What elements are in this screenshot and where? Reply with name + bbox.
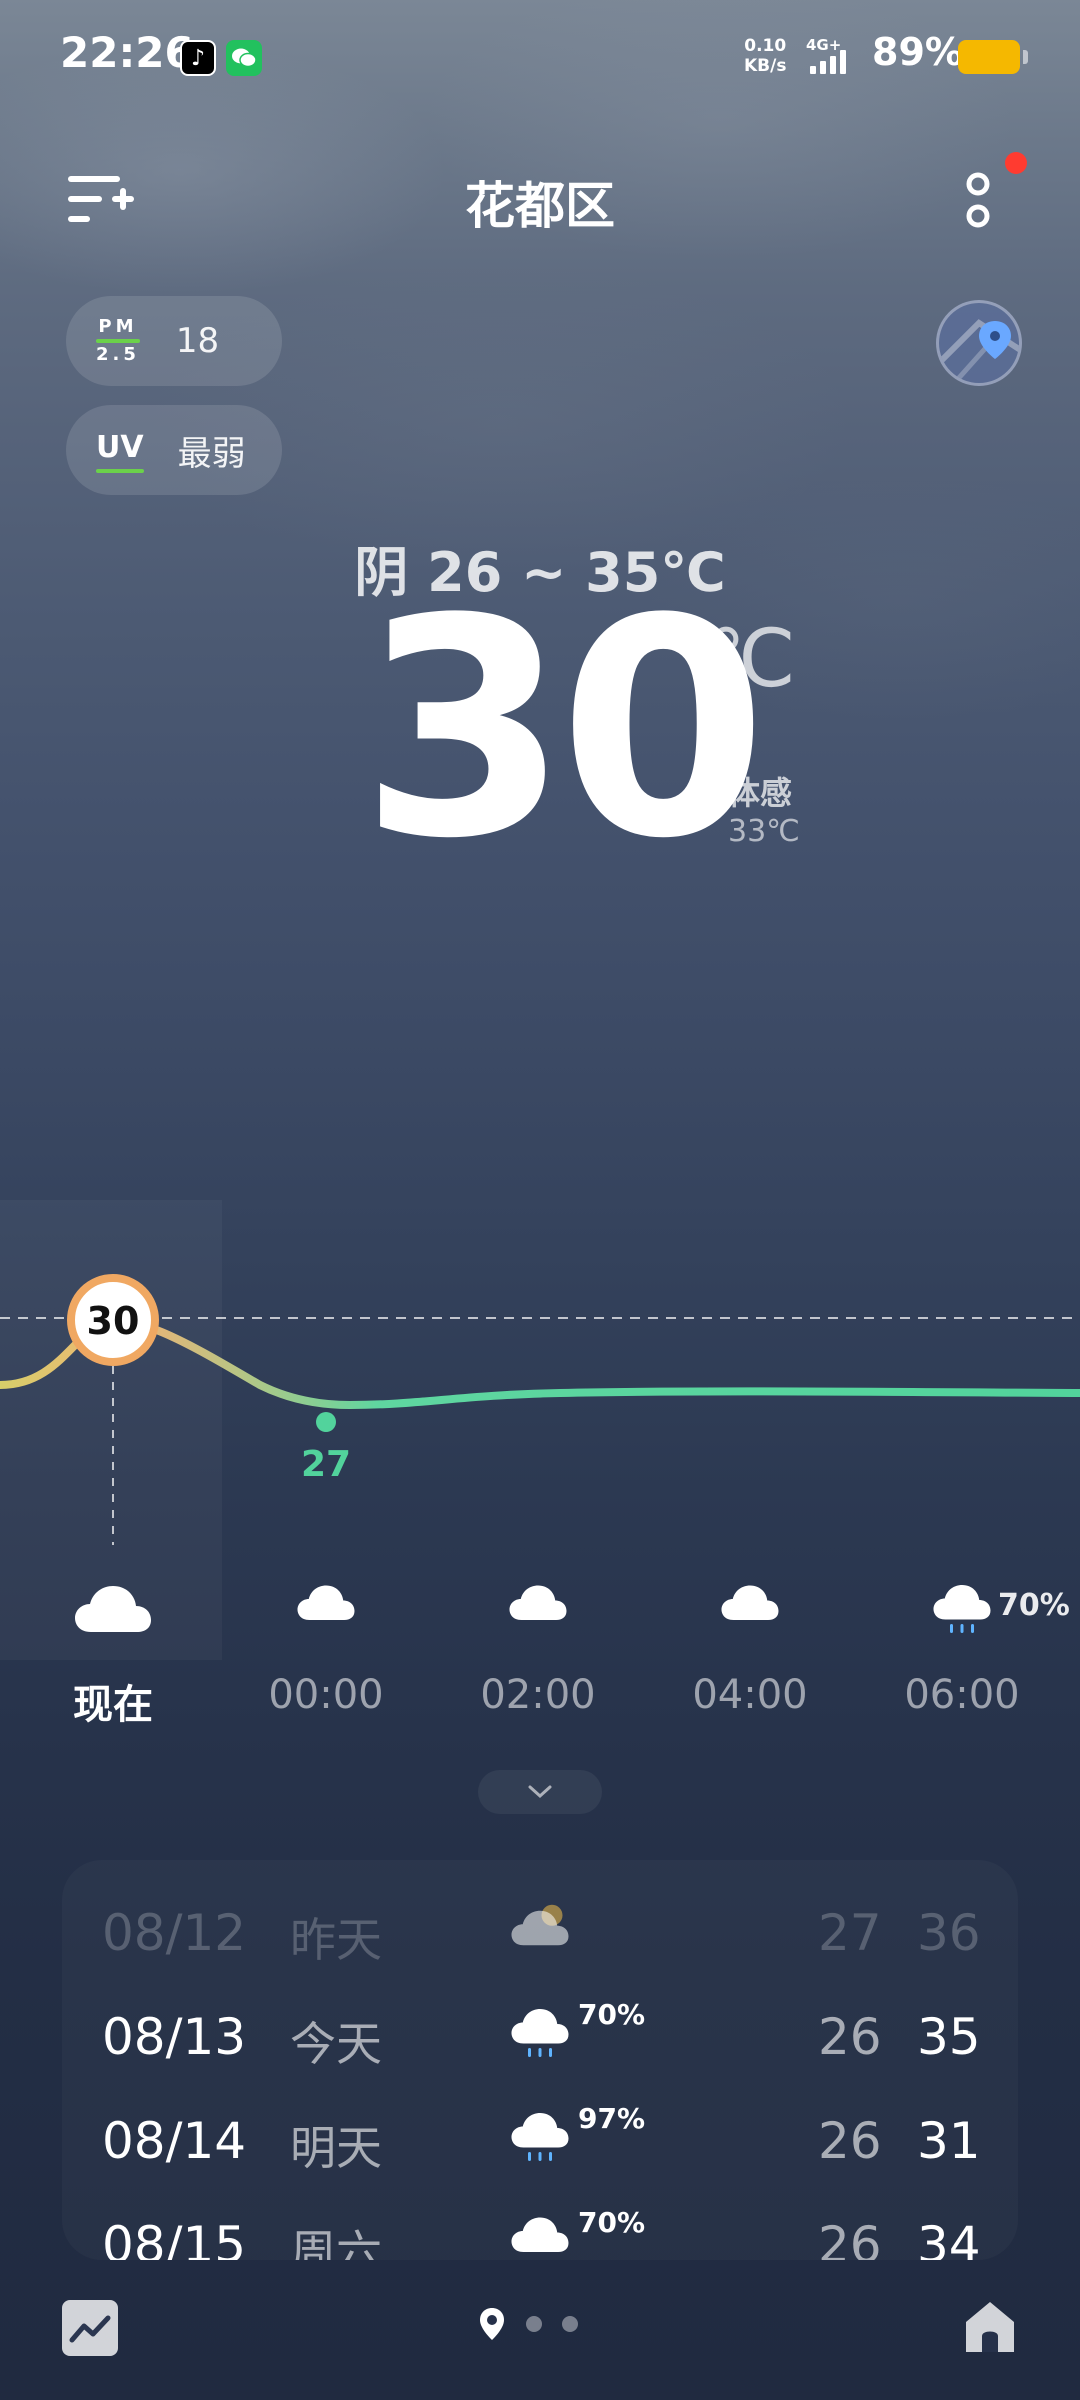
feels-like-value: 33℃ <box>728 814 800 849</box>
day-high: 31 <box>917 2112 981 2170</box>
day-name: 明天 <box>290 2121 382 2175</box>
pm25-label: PM 2.5 <box>96 316 140 365</box>
hourly-temperature-chart[interactable]: 27 30 <box>0 1200 1080 1560</box>
day-low: 26 <box>818 2216 882 2260</box>
min-temp-label: 27 <box>301 1444 351 1485</box>
pm25-value: 18 <box>175 321 220 361</box>
daily-forecast-list[interactable]: 08/12 昨天 27 36 08/13 今天 70% 26 35 08/14 … <box>62 1860 1018 2260</box>
battery-icon <box>958 40 1028 74</box>
day-low: 27 <box>818 1904 882 1962</box>
hour-label: 04:00 <box>692 1672 808 1718</box>
temperature-curve <box>0 1315 1080 1410</box>
hour-label: 06:00 <box>904 1672 1020 1718</box>
cloud-icon <box>511 2217 569 2252</box>
hourly-item[interactable] <box>226 1580 426 1624</box>
hourly-item[interactable] <box>438 1580 638 1624</box>
cloud-icon <box>75 1586 151 1632</box>
notification-dot <box>1005 152 1027 174</box>
day-name: 今天 <box>290 2017 382 2071</box>
temperature-unit: ℃ <box>706 612 796 705</box>
hourly-precip-chance: 70% <box>998 1588 1070 1623</box>
network-speed: 0.10 KB/s <box>744 36 787 76</box>
uv-chip[interactable]: UV 最弱 <box>66 405 282 495</box>
day-precip: 70% <box>578 2206 646 2239</box>
day-high: 34 <box>917 2216 981 2260</box>
signal-strength-icon <box>810 48 846 74</box>
day-low: 26 <box>818 2008 882 2066</box>
day-low: 26 <box>818 2112 882 2170</box>
page-dot <box>562 2316 578 2332</box>
rain-cloud-icon <box>511 2009 569 2057</box>
chevron-down-icon <box>528 1785 552 1799</box>
wechat-icon <box>226 40 262 76</box>
current-temp-bubble-value: 30 <box>87 1299 140 1343</box>
day-high: 35 <box>917 2008 981 2066</box>
hour-label: 02:00 <box>480 1672 596 1718</box>
day-date: 08/12 <box>102 1904 247 1962</box>
daily-row-saturday[interactable]: 08/15 周六 70% 26 34 <box>62 2198 1018 2260</box>
day-name: 周六 <box>290 2225 382 2260</box>
hour-label: 00:00 <box>268 1672 384 1718</box>
day-date: 08/14 <box>102 2112 247 2170</box>
day-precip: 70% <box>578 1998 646 2031</box>
cloud-icon <box>297 1585 355 1620</box>
city-title[interactable]: 花都区 <box>0 166 1080 238</box>
pm25-chip[interactable]: PM 2.5 18 <box>66 296 282 386</box>
daily-row-tomorrow[interactable]: 08/14 明天 97% 26 31 <box>62 2094 1018 2198</box>
page-indicator[interactable] <box>478 2306 578 2342</box>
day-high: 36 <box>917 1904 981 1962</box>
hour-label-now: 现在 <box>73 1682 153 1728</box>
uv-label: UV <box>96 430 144 473</box>
map-pin-icon <box>939 319 1019 383</box>
feels-like-label: 体感 <box>728 774 793 812</box>
cloud-icon <box>721 1585 779 1620</box>
rain-cloud-icon <box>933 1585 991 1633</box>
expand-hourly-button[interactable] <box>478 1770 602 1814</box>
day-date: 08/15 <box>102 2216 247 2260</box>
battery-percent: 89% <box>872 30 963 74</box>
min-temp-point <box>316 1412 336 1432</box>
tiktok-icon: ♪ <box>180 40 216 76</box>
home-icon[interactable] <box>962 2296 1018 2356</box>
hourly-item[interactable] <box>13 1580 213 1636</box>
trend-chart-icon[interactable] <box>62 2300 118 2356</box>
day-precip: 97% <box>578 2102 646 2135</box>
more-options-icon[interactable] <box>958 170 998 234</box>
current-temperature: 30 <box>360 555 767 904</box>
day-date: 08/13 <box>102 2008 247 2066</box>
rain-cloud-icon <box>511 2113 569 2161</box>
daily-row-yesterday[interactable]: 08/12 昨天 27 36 <box>62 1886 1018 1990</box>
status-time: 22:26 <box>60 28 194 77</box>
daily-row-today[interactable]: 08/13 今天 70% 26 35 <box>62 1990 1018 2094</box>
cloud-icon <box>509 1585 567 1620</box>
page-dot <box>526 2316 542 2332</box>
map-button[interactable] <box>936 300 1022 386</box>
day-name: 昨天 <box>290 1913 382 1967</box>
hourly-item[interactable] <box>650 1580 850 1624</box>
location-pin-icon <box>480 2308 504 2340</box>
partly-cloudy-icon <box>511 1904 569 1946</box>
uv-value: 最弱 <box>177 433 246 474</box>
